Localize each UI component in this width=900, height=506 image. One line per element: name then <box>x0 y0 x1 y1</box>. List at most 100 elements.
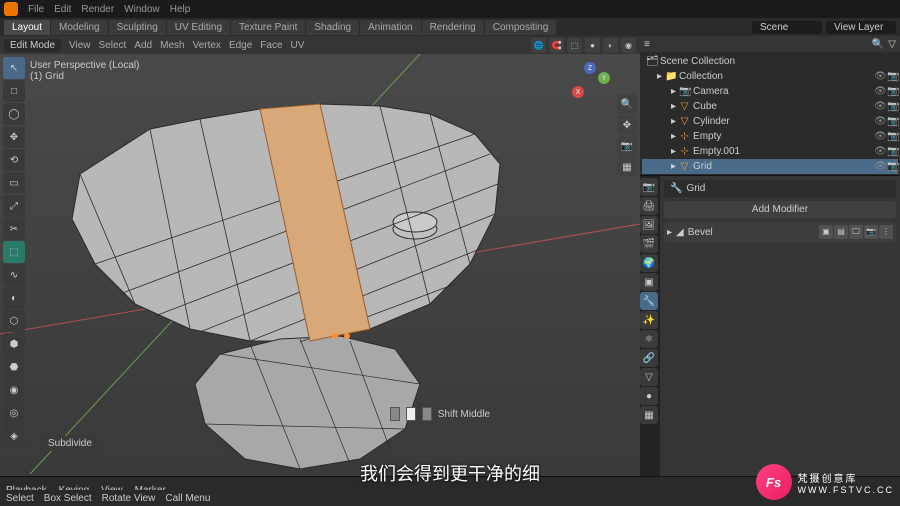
perspective-icon[interactable]: ▦ <box>617 157 637 177</box>
right-panel: ≡ 🔍 ▽ 🗂Scene Collection▸📁Collection👁📷▸📷C… <box>640 36 900 476</box>
outliner-item[interactable]: ▸📷Camera👁📷 <box>642 84 898 99</box>
tab-shading[interactable]: Shading <box>306 20 359 35</box>
filter-icon[interactable]: ≡ <box>644 39 650 50</box>
outliner-item[interactable]: ▸▽Grid👁📷 <box>642 159 898 174</box>
filter-icon[interactable]: ▽ <box>888 39 896 50</box>
vmenu-face[interactable]: Face <box>260 40 282 51</box>
object-tab-icon[interactable]: ▣ <box>640 273 658 291</box>
viewlayer-selector[interactable]: View Layer <box>826 21 896 34</box>
axis-z-icon[interactable]: Z <box>584 62 596 74</box>
render-tab-icon[interactable]: 📷 <box>640 178 658 196</box>
scale-tool[interactable]: ⟲ <box>3 149 25 171</box>
vmenu-uv[interactable]: UV <box>291 40 305 51</box>
tab-sculpting[interactable]: Sculpting <box>109 20 166 35</box>
mod-menu-icon[interactable]: ⋮ <box>879 225 893 239</box>
shading-wireframe-icon[interactable]: ⬚ <box>567 38 582 53</box>
annotate-tool[interactable]: ⤢ <box>3 195 25 217</box>
material-tab-icon[interactable]: ● <box>640 387 658 405</box>
mouse-right-icon <box>422 407 432 421</box>
tab-texture[interactable]: Texture Paint <box>231 20 305 35</box>
rotate-tool[interactable]: ✥ <box>3 126 25 148</box>
axis-x-icon[interactable]: X <box>572 86 584 98</box>
bevel-tool[interactable]: ◐ <box>3 287 25 309</box>
chevron-right-icon[interactable]: ▸ <box>667 227 672 238</box>
watermark: Fs 梵摄创意库 WWW.FSTVC.CC <box>756 464 895 500</box>
toolbar-right: 🔍 ✥ 📷 ▦ <box>617 94 637 177</box>
menu-edit[interactable]: Edit <box>54 4 71 15</box>
add-modifier-button[interactable]: Add Modifier <box>664 201 896 218</box>
world-tab-icon[interactable]: 🌍 <box>640 254 658 272</box>
vmenu-vertex[interactable]: Vertex <box>193 40 221 51</box>
move-tool[interactable]: ◯ <box>3 103 25 125</box>
subdivide-button[interactable]: Subdivide <box>40 436 100 451</box>
mod-display-icon[interactable]: ▣ <box>819 225 833 239</box>
view-tab-icon[interactable]: 🖼 <box>640 216 658 234</box>
inset-tool[interactable]: ∿ <box>3 264 25 286</box>
nav-gizmo[interactable]: X Y Z <box>570 62 610 102</box>
scene-tab-icon[interactable]: 🎬 <box>640 235 658 253</box>
prop-object-name: Grid <box>686 183 705 194</box>
outliner-item[interactable]: ▸▽Cube👁📷 <box>642 99 898 114</box>
search-icon[interactable]: 🔍 <box>872 39 884 50</box>
mod-viewport-icon[interactable]: 🖵 <box>849 225 863 239</box>
scene-selector[interactable]: Scene <box>752 21 822 34</box>
vmenu-add[interactable]: Add <box>134 40 152 51</box>
pan-icon[interactable]: ✥ <box>617 115 637 135</box>
spin-tool[interactable]: ◉ <box>3 379 25 401</box>
outliner-item[interactable]: ▸⊹Empty.001👁📷 <box>642 144 898 159</box>
tab-rendering[interactable]: Rendering <box>422 20 484 35</box>
mod-render-icon[interactable]: 📷 <box>864 225 878 239</box>
snap-icon[interactable]: 🧲 <box>549 38 564 53</box>
shrink-tool[interactable]: ◈ <box>3 425 25 447</box>
menu-render[interactable]: Render <box>81 4 114 15</box>
vmenu-edge[interactable]: Edge <box>229 40 252 51</box>
modifier-item[interactable]: ▸ ◢ Bevel ▣ ▤ 🖵 📷 ⋮ <box>664 222 896 242</box>
shading-solid-icon[interactable]: ● <box>585 38 600 53</box>
outliner-item[interactable]: ▸📁Collection👁📷 <box>642 69 898 84</box>
mod-editmode-icon[interactable]: ▤ <box>834 225 848 239</box>
smooth-tool[interactable]: ◎ <box>3 402 25 424</box>
view-perspective-label: User Perspective (Local) <box>30 60 139 71</box>
menu-file[interactable]: File <box>28 4 44 15</box>
menu-help[interactable]: Help <box>170 4 191 15</box>
vmenu-select[interactable]: Select <box>99 40 127 51</box>
camera-view-icon[interactable]: 📷 <box>617 136 637 156</box>
knife-tool[interactable]: ⬢ <box>3 333 25 355</box>
shading-material-icon[interactable]: ◐ <box>603 38 618 53</box>
shading-rendered-icon[interactable]: ◉ <box>621 38 636 53</box>
cursor-tool[interactable]: □ <box>3 80 25 102</box>
measure-tool[interactable]: ✂ <box>3 218 25 240</box>
polybuild-tool[interactable]: ⬣ <box>3 356 25 378</box>
tab-compositing[interactable]: Compositing <box>485 20 557 35</box>
extrude-tool[interactable]: ⬚ <box>3 241 25 263</box>
axis-y-icon[interactable]: Y <box>598 72 610 84</box>
outliner-tree[interactable]: 🗂Scene Collection▸📁Collection👁📷▸📷Camera👁… <box>640 52 900 176</box>
particle-tab-icon[interactable]: ✨ <box>640 311 658 329</box>
status-rotate: Rotate View <box>102 493 156 504</box>
zoom-icon[interactable]: 🔍 <box>617 94 637 114</box>
mesh-tab-icon[interactable]: ▽ <box>640 368 658 386</box>
mode-selector[interactable]: Edit Mode <box>4 39 61 52</box>
modifier-tab-icon[interactable]: 🔧 <box>640 292 658 310</box>
outliner-item[interactable]: ▸▽Cylinder👁📷 <box>642 114 898 129</box>
vmenu-view[interactable]: View <box>69 40 91 51</box>
tab-uv[interactable]: UV Editing <box>167 20 230 35</box>
select-box-tool[interactable]: ↖ <box>3 57 25 79</box>
vmenu-mesh[interactable]: Mesh <box>160 40 184 51</box>
mesh-render <box>0 54 640 474</box>
outliner-item[interactable]: ▸⊹Empty👁📷 <box>642 129 898 144</box>
output-tab-icon[interactable]: 🖨 <box>640 197 658 215</box>
tab-modeling[interactable]: Modeling <box>51 20 108 35</box>
property-breadcrumb: 🔧 Grid <box>664 180 896 197</box>
viewport-canvas[interactable]: ↖ □ ◯ ✥ ⟲ ▭ ⤢ ✂ ⬚ ∿ ◐ ⬡ ⬢ ⬣ ◉ ◎ ◈ User P… <box>0 54 640 476</box>
key-hint-label: Shift Middle <box>438 409 490 420</box>
tab-animation[interactable]: Animation <box>360 20 420 35</box>
loopcut-tool[interactable]: ⬡ <box>3 310 25 332</box>
physics-tab-icon[interactable]: ⚛ <box>640 330 658 348</box>
tab-layout[interactable]: Layout <box>4 20 50 35</box>
global-local-icon[interactable]: 🌐 <box>531 38 546 53</box>
texture-tab-icon[interactable]: ▦ <box>640 406 658 424</box>
menu-window[interactable]: Window <box>124 4 160 15</box>
transform-tool[interactable]: ▭ <box>3 172 25 194</box>
constraint-tab-icon[interactable]: 🔗 <box>640 349 658 367</box>
